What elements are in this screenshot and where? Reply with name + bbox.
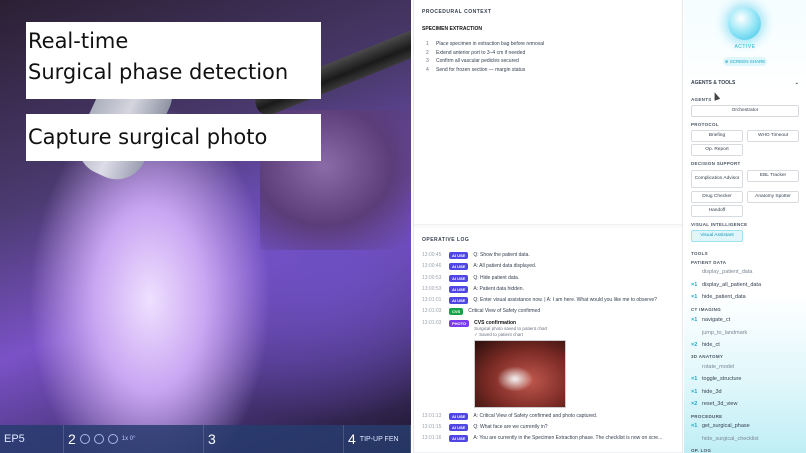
log-entry: 13:00:53 AI USE A: Patient data hidden. (422, 285, 524, 293)
checklist: 1 Place specimen in extraction bag before… (414, 36, 682, 74)
hud-segment-2: 2 1x 0° (64, 425, 204, 453)
ai-badge: AI USE (449, 424, 469, 432)
captured-surgical-photo[interactable] (474, 339, 567, 408)
context-panel: PROCEDURAL CONTEXT SPECIMEN EXTRACTION 1… (413, 0, 683, 453)
category-3d-anatomy: 3D ANATOMY (691, 354, 724, 359)
category-visual-intelligence: VISUAL INTELLIGENCE (691, 222, 748, 227)
tool-hide-ct[interactable]: ×2 hide_ct (691, 342, 720, 348)
hud-segment-1: EP5 (0, 425, 64, 453)
ai-badge: AI USE (449, 297, 469, 305)
tool-hide-surgical-checklist[interactable]: hide_surgical_checklist (691, 436, 759, 442)
ai-badge: AI USE (449, 435, 469, 443)
category-op-log: OP. LOG (691, 448, 712, 453)
tool-rotate-model[interactable]: rotate_model (691, 364, 734, 370)
visual-assistant-button[interactable]: Visual Assistant (691, 230, 743, 242)
ai-badge: AI USE (449, 412, 469, 420)
log-entry: 13:01:13 AI USE A: Critical View of Safe… (422, 412, 598, 420)
category-procedure: PROCEDURE (691, 414, 723, 419)
tool-hide-patient-data[interactable]: ×1 hide_patient_data (691, 294, 746, 300)
log-entry: 13:01:15 AI USE Q: What face are we curr… (422, 424, 548, 432)
orchestrator-button[interactable]: Orchestrator (691, 105, 799, 117)
camera-mode-icon (79, 434, 90, 444)
ai-badge: AI USE (449, 263, 469, 271)
briefing-button[interactable]: Briefing (691, 130, 743, 142)
complication-advisor-button[interactable]: Complication Advisor (691, 170, 743, 188)
current-phase-title: SPECIMEN EXTRACTION (422, 26, 483, 32)
category-decision-support: DECISION SUPPORT (691, 161, 741, 166)
tools-title: TOOLS (691, 251, 708, 256)
log-entry: 13:00:53 AI USE Q: Hide patient data. (422, 274, 520, 282)
agents-panel: ACTIVE ⊕ SCREEN SHARE AGENTS & TOOLS ⌄ A… (684, 0, 806, 453)
hud-segment-4: 4 TIP-UP FEN (344, 425, 411, 453)
chevron-down-icon: ⌄ (794, 80, 799, 86)
log-entry: 13:01:03 CVS Critical View of Safety con… (422, 308, 541, 316)
tool-hide-3d[interactable]: ×1 hide_3d (691, 389, 722, 395)
caption-line-1: Real-time (28, 29, 129, 53)
focus-icon (107, 434, 118, 444)
checklist-item: 3 Confirm all vascular pedicles secured (426, 58, 519, 64)
tool-jump-to-landmark[interactable]: jump_to_landmark (691, 330, 747, 336)
who-timeout-button[interactable]: WHO Timeout (747, 130, 799, 142)
tool-display-all-patient-data[interactable]: ×1 display_all_patient_data (691, 282, 761, 288)
hud-number-4: 4 (348, 431, 356, 447)
assistant-orb[interactable] (728, 7, 761, 40)
hud-segment-3: 3 (204, 425, 344, 453)
agents-tools-title: AGENTS & TOOLS (691, 80, 736, 86)
hud-label-4: TIP-UP FEN (359, 435, 399, 443)
hud-zoom-readout: 1x 0° (121, 436, 136, 442)
photo-badge: PHOTO (449, 319, 470, 327)
operative-log-title: OPERATIVE LOG (422, 237, 470, 243)
ai-badge: AI USE (449, 285, 469, 293)
endoscope-video: Real-time Surgical phase detection Captu… (0, 0, 411, 453)
procedural-context-title: PROCEDURAL CONTEXT (422, 9, 492, 15)
assistant-status: ACTIVE (734, 44, 756, 50)
tool-navigate-ct[interactable]: ×1 navigate_ct (691, 317, 730, 323)
category-patient-data: PATIENT DATA (691, 260, 727, 265)
capture-photo-caption: Capture surgical photo (26, 114, 321, 161)
ebl-tracker-button[interactable]: EBL Tracker (747, 170, 799, 182)
caption-line-2: Surgical phase detection (28, 60, 289, 84)
checklist-item: 4 Send for frozen section — margin status (426, 66, 526, 73)
hud-label-1: EP5 (4, 433, 25, 445)
drug-checker-button[interactable]: Drug Checker (691, 191, 743, 203)
screen-share-button[interactable]: ⊕ SCREEN SHARE (723, 57, 767, 66)
anatomy-spotter-button[interactable]: Anatomy Spotter (747, 191, 799, 203)
category-ct-imaging: CT IMAGING (691, 307, 721, 312)
tool-toggle-structure[interactable]: ×1 toggle_structure (691, 376, 741, 382)
hud-number-3: 3 (208, 431, 216, 447)
tool-reset-3d-view[interactable]: ×2 reset_3d_view (691, 401, 737, 407)
hud-number-2: 2 (68, 431, 76, 447)
cvs-badge: CVS (449, 308, 464, 316)
video-hud-bar: EP5 2 1x 0° 3 4 TIP-UP FEN (0, 425, 411, 453)
log-entry: 13:01:16 AI USE A: You are currently in … (422, 435, 663, 443)
operative-log-card: OPERATIVE LOG 13:00:45 AI USE Q: Show th… (414, 228, 682, 453)
handoff-button[interactable]: Handoff (691, 205, 743, 217)
ai-badge: AI USE (449, 252, 469, 259)
checklist-item: 2 Extend anterior port to 3–4 cm if neede… (426, 49, 526, 56)
ai-badge: AI USE (449, 274, 469, 282)
category-protocol: PROTOCOL (691, 122, 719, 127)
light-icon (93, 434, 104, 444)
caption-capture: Capture surgical photo (28, 125, 268, 149)
op-report-button[interactable]: Op. Report (691, 144, 743, 156)
phase-detection-caption: Real-time Surgical phase detection (26, 22, 321, 99)
log-entry: 13:01:01 AI USE Q: Enter visual assistan… (422, 297, 657, 305)
tool-get-surgical-phase[interactable]: ×1 get_surgical_phase (691, 423, 750, 429)
log-entry: 13:00:46 AI USE A: All patient data disp… (422, 263, 537, 271)
log-entry: 13:00:45 AI USE Q: Show the patient data… (422, 252, 530, 259)
photo-saved-note: ✓ Saved to patient chart (474, 331, 523, 337)
agents-tools-header[interactable]: AGENTS & TOOLS ⌄ (691, 80, 799, 86)
tool-display-patient-data[interactable]: display_patient_data (691, 269, 752, 275)
checklist-item: 1 Place specimen in extraction bag before… (426, 41, 545, 47)
category-agents: AGENTS (691, 97, 712, 102)
log-entry-photo: 13:01:03 PHOTO CVS confirmation Surgical… (414, 319, 682, 408)
procedural-context-card: PROCEDURAL CONTEXT SPECIMEN EXTRACTION 1… (414, 0, 682, 225)
